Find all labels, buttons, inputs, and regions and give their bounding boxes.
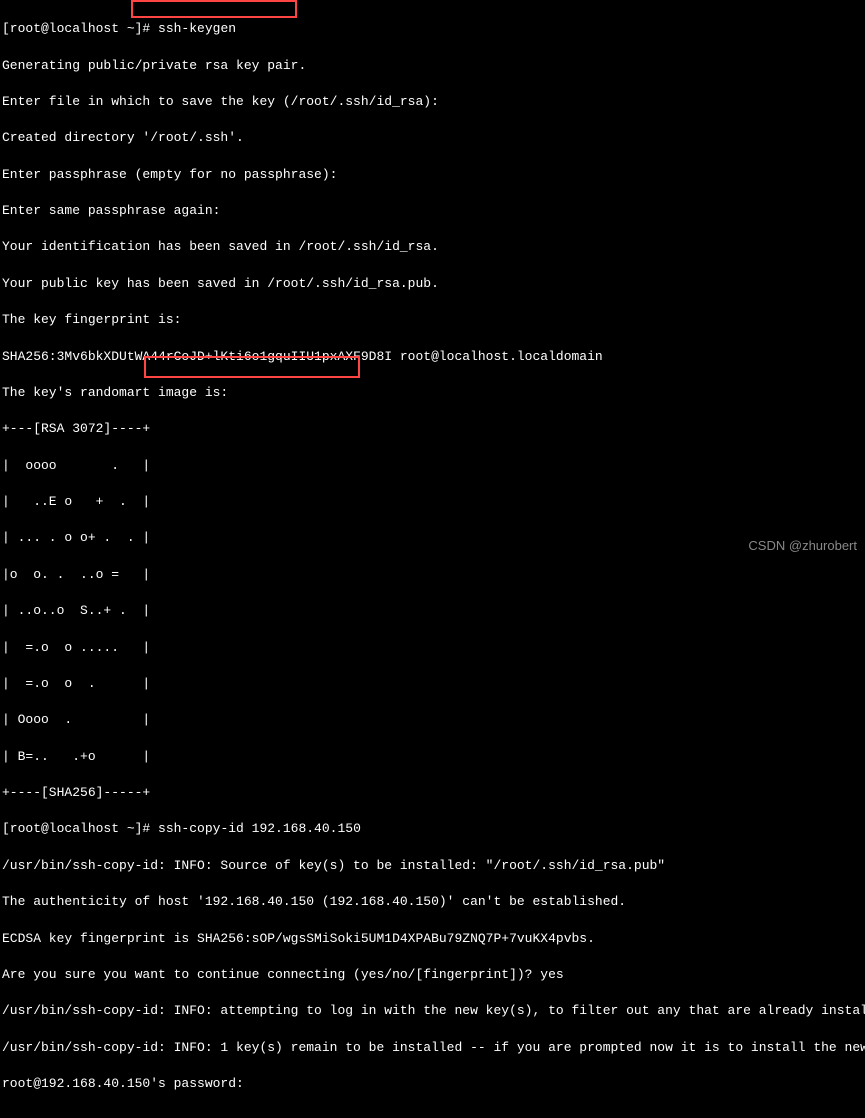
randomart-row: | =.o o ..... | [2, 639, 863, 657]
randomart-row: | ..E o + . | [2, 493, 863, 511]
terminal-line: root@192.168.40.150's password: [2, 1075, 863, 1093]
terminal-line: The key's randomart image is: [2, 384, 863, 402]
terminal-line: /usr/bin/ssh-copy-id: INFO: 1 key(s) rem… [2, 1039, 863, 1057]
terminal-line: [root@localhost ~]# ssh-keygen [2, 20, 863, 38]
command-ssh-copy-id: ssh-copy-id 192.168.40.150 [158, 821, 361, 836]
terminal-line: Your public key has been saved in /root/… [2, 275, 863, 293]
command-ssh-keygen: ssh-keygen [158, 21, 236, 36]
randomart-row: | =.o o . | [2, 675, 863, 693]
terminal-line: ECDSA key fingerprint is SHA256:sOP/wgsS… [2, 930, 863, 948]
terminal-line: Generating public/private rsa key pair. [2, 57, 863, 75]
terminal-line: The authenticity of host '192.168.40.150… [2, 893, 863, 911]
randomart-border: +---[RSA 3072]----+ [2, 420, 863, 438]
terminal-line: Are you sure you want to continue connec… [2, 966, 863, 984]
terminal-line: /usr/bin/ssh-copy-id: INFO: attempting t… [2, 1002, 863, 1020]
randomart-row: |o o. . ..o = | [2, 566, 863, 584]
randomart-row: | Oooo . | [2, 711, 863, 729]
terminal-line: Created directory '/root/.ssh'. [2, 129, 863, 147]
randomart-border: +----[SHA256]-----+ [2, 784, 863, 802]
randomart-row: | B=.. .+o | [2, 748, 863, 766]
randomart-row: | ..o..o S..+ . | [2, 602, 863, 620]
terminal-line: Enter passphrase (empty for no passphras… [2, 166, 863, 184]
terminal-line: /usr/bin/ssh-copy-id: INFO: Source of ke… [2, 857, 863, 875]
terminal-line: [root@localhost ~]# ssh-copy-id 192.168.… [2, 820, 863, 838]
randomart-row: | oooo . | [2, 457, 863, 475]
terminal-line [2, 1111, 863, 1118]
terminal-line: The key fingerprint is: [2, 311, 863, 329]
randomart-row: | ... . o o+ . . | [2, 529, 863, 547]
terminal-line: Your identification has been saved in /r… [2, 238, 863, 256]
terminal-output: [root@localhost ~]# ssh-keygen Generatin… [2, 2, 863, 1118]
shell-prompt: [root@localhost ~]# [2, 821, 158, 836]
shell-prompt: [root@localhost ~]# [2, 21, 158, 36]
watermark: CSDN @zhurobert [748, 537, 857, 555]
terminal-line: Enter same passphrase again: [2, 202, 863, 220]
terminal-line: SHA256:3Mv6bkXDUtWA44rCoJD+lKti6o1gquIIU… [2, 348, 863, 366]
terminal-line: Enter file in which to save the key (/ro… [2, 93, 863, 111]
